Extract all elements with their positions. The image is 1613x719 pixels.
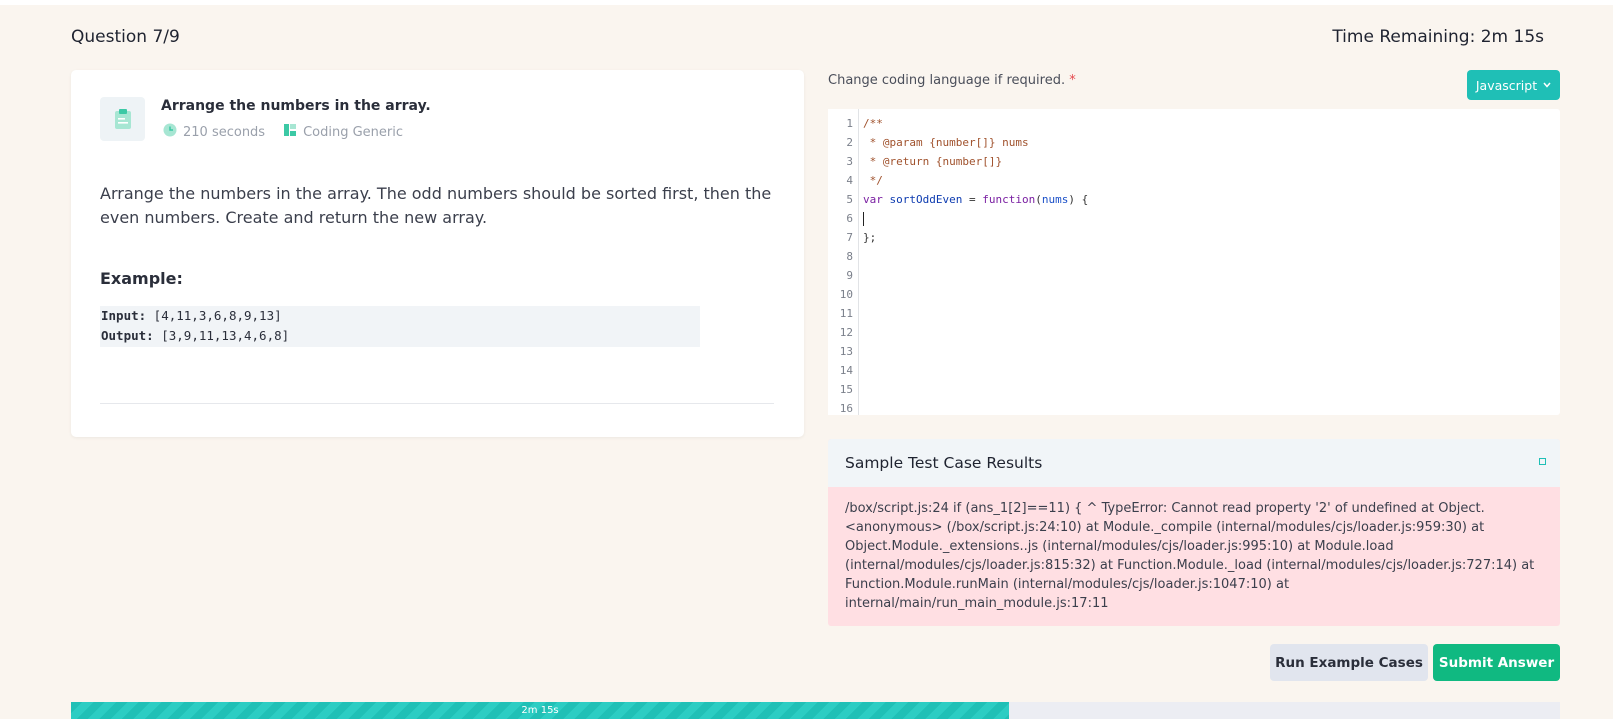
code-line: * @return {number[]}	[863, 155, 1003, 168]
code-operator: =	[962, 193, 983, 206]
line-number: 6	[846, 212, 853, 225]
code-param: nums	[1041, 193, 1069, 206]
code-line: */	[863, 174, 883, 187]
chevron-down-icon	[1543, 80, 1551, 91]
sample-test-results: Sample Test Case Results /box/script.js:…	[828, 439, 1560, 626]
duration-meta: 210 seconds	[163, 123, 265, 141]
time-progress-bar: 2m 15s	[71, 702, 1560, 719]
example-input: Input: [4,11,3,6,8,9,13]	[101, 306, 700, 326]
question-counter: Question 7/9	[71, 27, 180, 47]
line-number: 7	[846, 231, 853, 244]
line-number: 3	[846, 155, 853, 168]
clock-icon	[163, 123, 183, 141]
required-mark: *	[1069, 73, 1076, 88]
code-editor[interactable]: 1 2 3 4 5 6 7 8 9 10 11 12 13 14 15 16 /…	[828, 109, 1560, 415]
line-number: 4	[846, 174, 853, 187]
category-text: Coding Generic	[303, 124, 404, 140]
code-keyword: function	[982, 193, 1036, 206]
results-header[interactable]: Sample Test Case Results	[828, 439, 1560, 487]
line-number: 13	[839, 345, 853, 358]
code-line	[863, 209, 1088, 228]
question-description: Arrange the numbers in the array. The od…	[100, 184, 772, 227]
code-keyword: var	[863, 193, 883, 206]
language-label: Change coding language if required. *	[828, 73, 1076, 88]
language-select-value: Javascript	[1475, 77, 1538, 93]
line-number: 15	[839, 383, 853, 396]
line-number: 5	[846, 193, 853, 206]
submit-answer-button[interactable]: Submit Answer	[1433, 644, 1560, 681]
input-value: [4,11,3,6,8,9,13]	[146, 308, 282, 323]
input-label: Input:	[101, 308, 147, 323]
language-label-text: Change coding language if required.	[828, 73, 1066, 88]
duration-text: 210 seconds	[183, 124, 266, 140]
line-number: 1	[846, 117, 853, 130]
clipboard-icon	[100, 97, 145, 141]
example-output: Output: [3,9,11,13,4,6,8]	[101, 326, 700, 346]
code-paren: (	[1035, 193, 1042, 206]
question-title: Arrange the numbers in the array.	[161, 98, 431, 114]
example-block: Input: [4,11,3,6,8,9,13] Output: [3,9,11…	[100, 306, 700, 347]
code-function-name: sortOddEven	[889, 193, 963, 206]
time-remaining: Time Remaining: 2m 15s	[1332, 27, 1544, 47]
category-meta: Coding Generic	[283, 123, 403, 141]
output-value: [3,9,11,13,4,6,8]	[153, 328, 290, 343]
line-number: 9	[846, 269, 853, 282]
code-line: var sortOddEven = function(nums) {	[863, 190, 1088, 209]
question-meta: 210 seconds Coding Generic	[163, 123, 421, 141]
progress-label: 2m 15s	[521, 705, 559, 716]
page-background: Question 7/9 Time Remaining: 2m 15s Arra…	[0, 5, 1613, 719]
results-heading: Sample Test Case Results	[845, 454, 1043, 472]
collapse-icon[interactable]	[1539, 458, 1546, 465]
line-number: 8	[846, 250, 853, 263]
code-line: };	[863, 231, 877, 244]
results-error-message: /box/script.js:24 if (ans_1[2]==11) { ^ …	[845, 501, 1535, 611]
line-number: 11	[839, 307, 853, 320]
card-divider	[100, 403, 774, 404]
line-number-gutter: 1 2 3 4 5 6 7 8 9 10 11 12 13 14 15 16	[828, 109, 859, 415]
line-number: 12	[839, 326, 853, 339]
code-paren: ) {	[1068, 193, 1089, 206]
language-select[interactable]: Javascript	[1467, 70, 1560, 100]
code-line: /**	[863, 117, 883, 130]
code-content[interactable]: /** * @param {number[]} nums * @return {…	[863, 114, 1088, 247]
line-number: 16	[839, 402, 853, 415]
output-label: Output:	[101, 328, 154, 343]
question-card: Arrange the numbers in the array. 210 se…	[71, 70, 804, 437]
code-line: * @param {number[]} nums	[863, 136, 1029, 149]
line-number: 2	[846, 136, 853, 149]
line-number: 14	[839, 364, 853, 377]
run-example-cases-button[interactable]: Run Example Cases	[1270, 644, 1428, 681]
time-progress-fill: 2m 15s	[71, 702, 1010, 719]
example-heading: Example:	[100, 269, 183, 288]
text-cursor	[863, 212, 864, 226]
line-number: 10	[839, 288, 853, 301]
category-icon	[283, 123, 303, 141]
